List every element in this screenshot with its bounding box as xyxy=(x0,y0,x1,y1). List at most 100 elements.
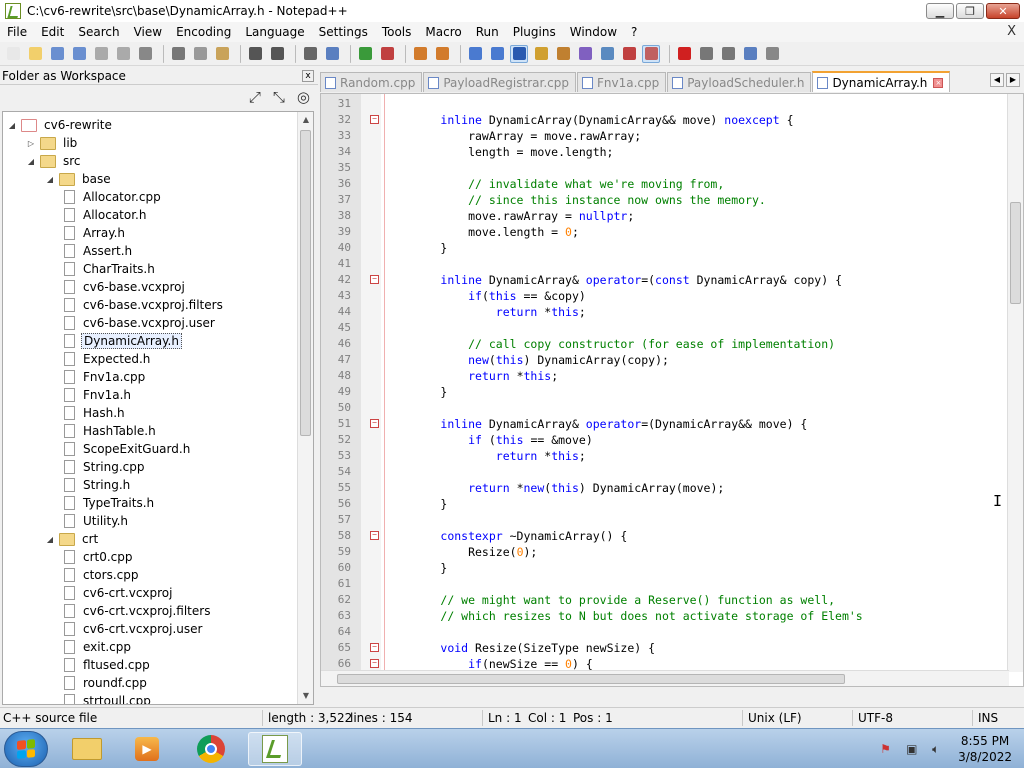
code-line[interactable]: 35 xyxy=(321,160,1009,176)
tree-file-item[interactable]: roundf.cpp xyxy=(61,674,149,692)
code-line[interactable]: 39 move.length = 0; xyxy=(321,224,1009,240)
menu-plugins[interactable]: Plugins xyxy=(506,25,563,39)
tab-payloadregistrar-cpp[interactable]: PayloadRegistrar.cpp xyxy=(423,72,576,92)
menu-tools[interactable]: Tools xyxy=(375,25,419,39)
action-center-flag-icon[interactable]: ⚑ xyxy=(880,742,896,756)
code-line[interactable]: 41 xyxy=(321,256,1009,272)
code-line[interactable]: 52 if (this == &move) xyxy=(321,432,1009,448)
code-line[interactable]: 36 // invalidate what we're moving from, xyxy=(321,176,1009,192)
code-line[interactable]: 43 if(this == &copy) xyxy=(321,288,1009,304)
taskbar-notepadpp[interactable] xyxy=(248,732,302,766)
new-file-icon[interactable] xyxy=(4,45,22,63)
taskbar-media-player[interactable]: ▶ xyxy=(120,732,174,766)
code-line[interactable]: 34 length = move.length; xyxy=(321,144,1009,160)
word-wrap-icon[interactable] xyxy=(466,45,484,63)
show-all-chars-icon[interactable] xyxy=(488,45,506,63)
code-line[interactable]: 58 − constexpr ~DynamicArray() { xyxy=(321,528,1009,544)
fold-toggle-icon[interactable]: − xyxy=(370,659,379,668)
save-macro-icon[interactable] xyxy=(763,45,781,63)
tab-next-icon[interactable]: ▶ xyxy=(1006,73,1020,87)
volume-icon[interactable]: 🔈︎ xyxy=(932,742,948,756)
code-line[interactable]: 55 return *new(this) DynamicArray(move); xyxy=(321,480,1009,496)
tree-file-item[interactable]: Allocator.cpp xyxy=(61,188,163,206)
fold-toggle-icon[interactable]: − xyxy=(370,531,379,540)
copy-icon[interactable] xyxy=(191,45,209,63)
code-line[interactable]: 60 } xyxy=(321,560,1009,576)
code-line[interactable]: 59 Resize(0); xyxy=(321,544,1009,560)
open-file-icon[interactable] xyxy=(26,45,44,63)
tree-folder-item[interactable]: ▷ lib xyxy=(26,134,79,152)
code-line[interactable]: 47 new(this) DynamicArray(copy); xyxy=(321,352,1009,368)
menu-language[interactable]: Language xyxy=(238,25,311,39)
expand-arrow-icon[interactable]: ▷ xyxy=(26,139,36,148)
tree-file-item[interactable]: HashTable.h xyxy=(61,422,158,440)
code-line[interactable]: 51 − inline DynamicArray& operator=(Dynam… xyxy=(321,416,1009,432)
panel-close-icon[interactable]: x xyxy=(302,69,314,82)
doc-map-icon[interactable] xyxy=(554,45,572,63)
editor-horizontal-scrollbar[interactable] xyxy=(321,670,1009,686)
editor-vscroll-thumb[interactable] xyxy=(1010,202,1021,304)
menu-edit[interactable]: Edit xyxy=(34,25,71,39)
collapse-arrow-icon[interactable]: ◢ xyxy=(45,535,55,544)
maximize-button[interactable]: ❐ xyxy=(956,3,984,19)
fold-toggle-icon[interactable]: − xyxy=(370,275,379,284)
code-line[interactable]: 40 } xyxy=(321,240,1009,256)
collapse-all-icon[interactable]: ⤡ xyxy=(273,88,285,106)
code-line[interactable]: 54 xyxy=(321,464,1009,480)
network-icon[interactable]: ▣ xyxy=(906,742,922,756)
expand-all-icon[interactable]: ⤢ xyxy=(249,88,261,106)
code-line[interactable]: 56 } xyxy=(321,496,1009,512)
locate-current-file-icon[interactable]: ◎ xyxy=(297,88,310,106)
tree-scroll-thumb[interactable] xyxy=(300,130,311,436)
scroll-up-icon[interactable]: ▲ xyxy=(298,112,313,128)
taskbar-chrome[interactable] xyxy=(184,732,238,766)
code-line[interactable]: 33 rawArray = move.rawArray; xyxy=(321,128,1009,144)
tree-file-item[interactable]: strtoull.cpp xyxy=(61,692,153,704)
tree-file-item[interactable]: Expected.h xyxy=(61,350,152,368)
tree-file-item[interactable]: cv6-crt.vcxproj xyxy=(61,584,174,602)
undo-icon[interactable] xyxy=(246,45,264,63)
tree-file-item[interactable]: CharTraits.h xyxy=(61,260,157,278)
tab-dynamicarray-h[interactable]: DynamicArray.h × xyxy=(812,71,951,92)
playback-macro-icon[interactable] xyxy=(719,45,737,63)
code-line[interactable]: 50 xyxy=(321,400,1009,416)
tree-file-item[interactable]: cv6-crt.vcxproj.user xyxy=(61,620,204,638)
monitoring-icon[interactable] xyxy=(620,45,638,63)
tree-file-item[interactable]: Allocator.h xyxy=(61,206,148,224)
tree-file-item[interactable]: cv6-base.vcxproj xyxy=(61,278,187,296)
zoom-out-icon[interactable] xyxy=(378,45,396,63)
sync-vertical-icon[interactable] xyxy=(411,45,429,63)
tab-random-cpp[interactable]: Random.cpp xyxy=(320,72,423,92)
tab-fnv1a-cpp[interactable]: Fnv1a.cpp xyxy=(576,72,667,92)
tab-close-icon[interactable]: × xyxy=(933,77,944,88)
code-line[interactable]: 37 // since this instance now owns the m… xyxy=(321,192,1009,208)
tree-file-item[interactable]: cv6-base.vcxproj.filters xyxy=(61,296,225,314)
indent-guide-icon[interactable] xyxy=(510,44,528,63)
menu-search[interactable]: Search xyxy=(71,25,126,39)
menu-help[interactable]: ? xyxy=(624,25,644,39)
tree-file-item[interactable]: TypeTraits.h xyxy=(61,494,156,512)
tree-file-item[interactable]: Hash.h xyxy=(61,404,127,422)
code-line[interactable]: 32 − inline DynamicArray(DynamicArray&& m… xyxy=(321,112,1009,128)
save-all-icon[interactable] xyxy=(70,45,88,63)
code-line[interactable]: 61 xyxy=(321,576,1009,592)
code-line[interactable]: 49 } xyxy=(321,384,1009,400)
tab-prev-icon[interactable]: ◀ xyxy=(990,73,1004,87)
doc-switcher-icon[interactable] xyxy=(642,44,660,63)
tree-file-item[interactable]: Array.h xyxy=(61,224,127,242)
menu-encoding[interactable]: Encoding xyxy=(169,25,238,39)
language-udl-icon[interactable] xyxy=(532,45,550,63)
menu-view[interactable]: View xyxy=(127,25,169,39)
minimize-button[interactable]: ▁ xyxy=(926,3,954,19)
find-icon[interactable] xyxy=(301,45,319,63)
save-icon[interactable] xyxy=(48,45,66,63)
menu-macro[interactable]: Macro xyxy=(418,25,468,39)
collapse-arrow-icon[interactable]: ◢ xyxy=(7,121,17,130)
fold-toggle-icon[interactable]: − xyxy=(370,643,379,652)
tree-file-item[interactable]: Utility.h xyxy=(61,512,130,530)
cut-icon[interactable] xyxy=(169,45,187,63)
zoom-in-icon[interactable] xyxy=(356,45,374,63)
redo-icon[interactable] xyxy=(268,45,286,63)
tree-file-item[interactable]: Fnv1a.h xyxy=(61,386,133,404)
tree-file-item[interactable]: exit.cpp xyxy=(61,638,133,656)
